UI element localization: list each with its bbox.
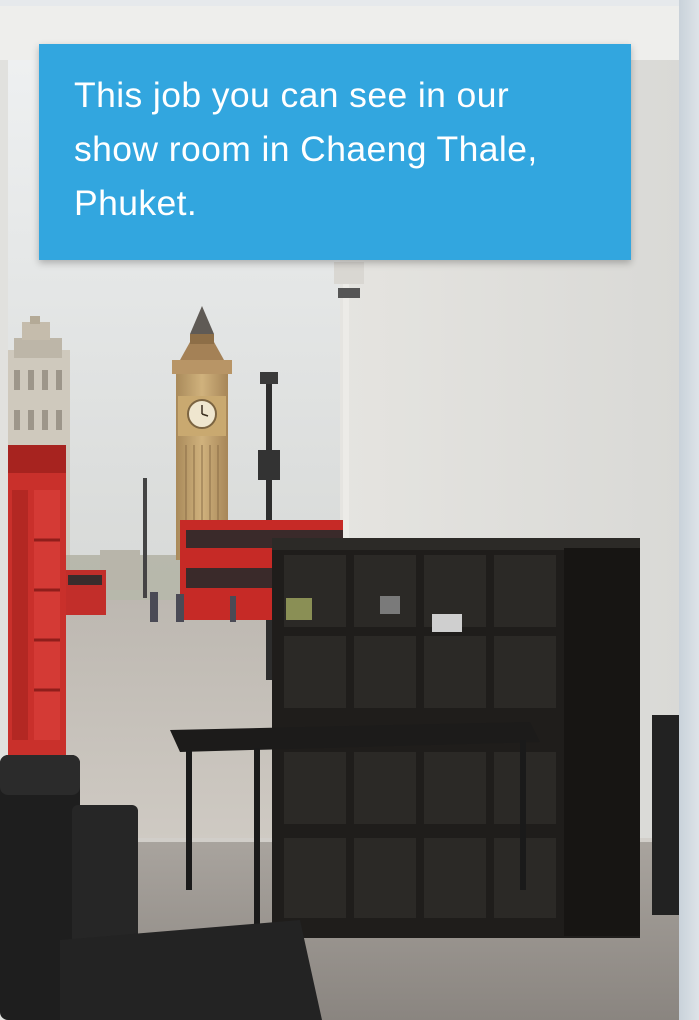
right-frame-edge: [679, 0, 699, 1020]
caption-line-3: Phuket.: [74, 183, 198, 223]
caption-line-2: show room in Chaeng Thale,: [74, 129, 538, 169]
red-telephone-box: [8, 445, 66, 765]
top-frame-edge: [0, 0, 699, 6]
caption-line-1: This job you can see in our: [74, 75, 510, 115]
caption-box: This job you can see in our show room in…: [39, 44, 631, 260]
showroom-photo-page: This job you can see in our show room in…: [0, 0, 699, 1020]
